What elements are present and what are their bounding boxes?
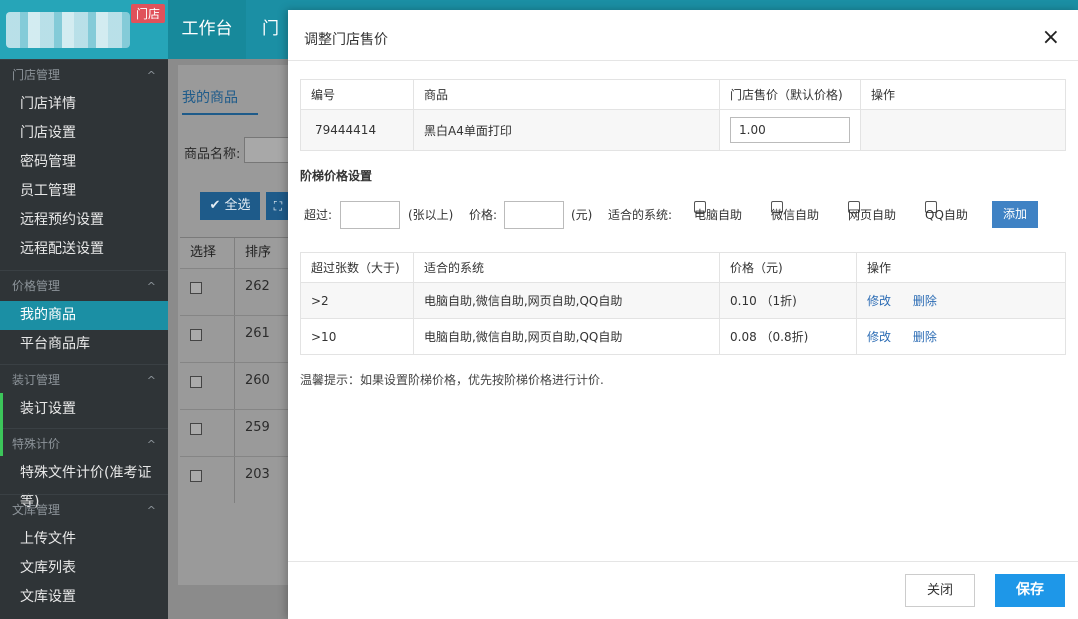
table-header: 选择 排序 [180,238,290,268]
expand-button[interactable]: ⛶ [266,192,290,220]
chevron-up-icon: ^ [146,504,156,517]
edit-link[interactable]: 修改 [867,294,891,308]
product-price-table: 编号 商品 门店售价（默认价格) 操作 79444414 黑白A4单面打印 [300,79,1066,151]
tier-actions: 修改 删除 [856,282,1066,319]
sidebar-item-password[interactable]: 密码管理 [0,148,168,177]
tier-section-title: 阶梯价格设置 [300,169,373,183]
price-label: 价格: [469,208,498,222]
tab-my-products[interactable]: 我的商品 [182,87,238,107]
header-action: 操作 [856,252,1066,283]
sidebar-group-binding[interactable]: 装订管理 ^ [0,364,168,395]
adjust-price-modal: 调整门店售价 × 编号 商品 门店售价（默认价格) 操作 79444414 黑白… [288,10,1078,619]
table-row: 261 [180,315,290,362]
sidebar-item-my-products[interactable]: 我的商品 [0,301,174,330]
sidebar-item-staff[interactable]: 员工管理 [0,177,168,206]
sidebar-item-remote-delivery[interactable]: 远程配送设置 [0,235,168,264]
logo-area: 门店 [0,0,168,59]
sidebar-item-upload[interactable]: 上传文件 [0,525,168,554]
tier-price-table: 超过张数（大于) 适合的系统 价格（元) 操作 >2 电脑自助,微信自助,网页自… [300,252,1066,355]
product-id: 79444414 [300,109,414,151]
sheets-suffix: (张以上) [408,208,454,222]
sidebar-group-library[interactable]: 文库管理 ^ [0,494,168,525]
sidebar-item-binding-settings[interactable]: 装订设置 [0,395,168,424]
product-name: 黑白A4单面打印 [413,109,720,151]
column-order: 排序 [235,238,290,268]
table-row: 260 [180,362,290,409]
sidebar-item-store-settings[interactable]: 门店设置 [0,119,168,148]
table-header: 超过张数（大于) 适合的系统 价格（元) 操作 [300,252,1066,283]
store-price-input[interactable] [730,117,850,143]
tip-text: 温馨提示：如果设置阶梯价格，优先按阶梯价格进行计价. [300,373,604,387]
row-checkbox[interactable] [190,329,202,341]
sidebar-group-special[interactable]: 特殊计价 ^ [0,428,168,459]
chevron-up-icon: ^ [146,374,156,387]
save-button[interactable]: 保存 [995,574,1065,607]
tier-systems: 电脑自助,微信自助,网页自助,QQ自助 [413,282,720,319]
chevron-up-icon: ^ [146,69,156,82]
tab-underline [182,113,258,115]
tier-actions: 修改 删除 [856,318,1066,355]
blurred-logo [6,12,130,48]
sidebar-item-special-pricing[interactable]: 特殊文件计价(准考证等) [0,459,168,510]
check-icon: ✔ [209,198,225,213]
exceed-count-input[interactable] [340,201,400,229]
expand-icon: ⛶ [273,199,283,213]
table-row: 79444414 黑白A4单面打印 [300,109,1066,151]
close-button[interactable]: 关闭 [905,574,975,607]
action-cell [860,109,1066,151]
row-checkbox[interactable] [190,376,202,388]
divider [288,60,1078,61]
tier-price: 0.10 （1折) [719,282,857,319]
table-row: 262 [180,268,290,315]
sidebar-item-library-settings[interactable]: 文库设置 [0,583,168,612]
table-row: 203 [180,456,290,503]
select-all-button[interactable]: ✔ 全选 [200,192,260,220]
product-table: 选择 排序 262 261 260 259 203 [180,237,290,503]
tier-systems: 电脑自助,微信自助,网页自助,QQ自助 [413,318,720,355]
sidebar-group-store[interactable]: 门店管理 ^ [0,59,168,90]
table-row: 259 [180,409,290,456]
footer-divider [288,561,1078,562]
delete-link[interactable]: 删除 [913,294,937,308]
store-badge: 门店 [131,4,166,23]
product-name-label: 商品名称: [184,147,241,162]
row-checkbox[interactable] [190,423,202,435]
sidebar: 门店管理 ^ 门店详情 门店设置 密码管理 员工管理 远程预约设置 远程配送设置 … [0,59,174,619]
exceed-label: 超过: [304,208,333,222]
tier-count: >2 [300,282,414,319]
sidebar-item-library-list[interactable]: 文库列表 [0,554,168,583]
green-indicator [0,393,3,456]
nav-workbench[interactable]: 工作台 [168,0,246,59]
yuan-suffix: (元) [571,208,593,222]
modal-title: 调整门店售价 [304,32,388,48]
sidebar-item-platform-products[interactable]: 平台商品库 [0,330,168,359]
header-systems: 适合的系统 [413,252,720,283]
tier-count: >10 [300,318,414,355]
header-price: 价格（元) [719,252,857,283]
nav-store[interactable]: 门 [262,0,279,59]
sidebar-group-price[interactable]: 价格管理 ^ [0,270,168,301]
table-row: >10 电脑自助,微信自助,网页自助,QQ自助 0.08 （0.8折) 修改 删… [300,318,1066,355]
tier-price-input[interactable] [504,201,564,229]
chevron-up-icon: ^ [146,438,156,451]
header-store-price: 门店售价（默认价格) [719,79,861,110]
edit-link[interactable]: 修改 [867,330,891,344]
sidebar-item-store-detail[interactable]: 门店详情 [0,90,168,119]
close-icon[interactable]: × [1042,27,1060,49]
row-checkbox[interactable] [190,282,202,294]
header-action: 操作 [860,79,1066,110]
add-tier-button[interactable]: 添加 [992,201,1038,228]
sidebar-item-remote-booking[interactable]: 远程预约设置 [0,206,168,235]
header-product: 商品 [413,79,720,110]
column-select: 选择 [180,238,235,268]
tier-price: 0.08 （0.8折) [719,318,857,355]
chevron-up-icon: ^ [146,280,156,293]
row-checkbox[interactable] [190,470,202,482]
header-id: 编号 [300,79,414,110]
header-count: 超过张数（大于) [300,252,414,283]
table-row: >2 电脑自助,微信自助,网页自助,QQ自助 0.10 （1折) 修改 删除 [300,282,1066,319]
delete-link[interactable]: 删除 [913,330,937,344]
systems-label: 适合的系统: [608,208,673,222]
table-header: 编号 商品 门店售价（默认价格) 操作 [300,79,1066,110]
